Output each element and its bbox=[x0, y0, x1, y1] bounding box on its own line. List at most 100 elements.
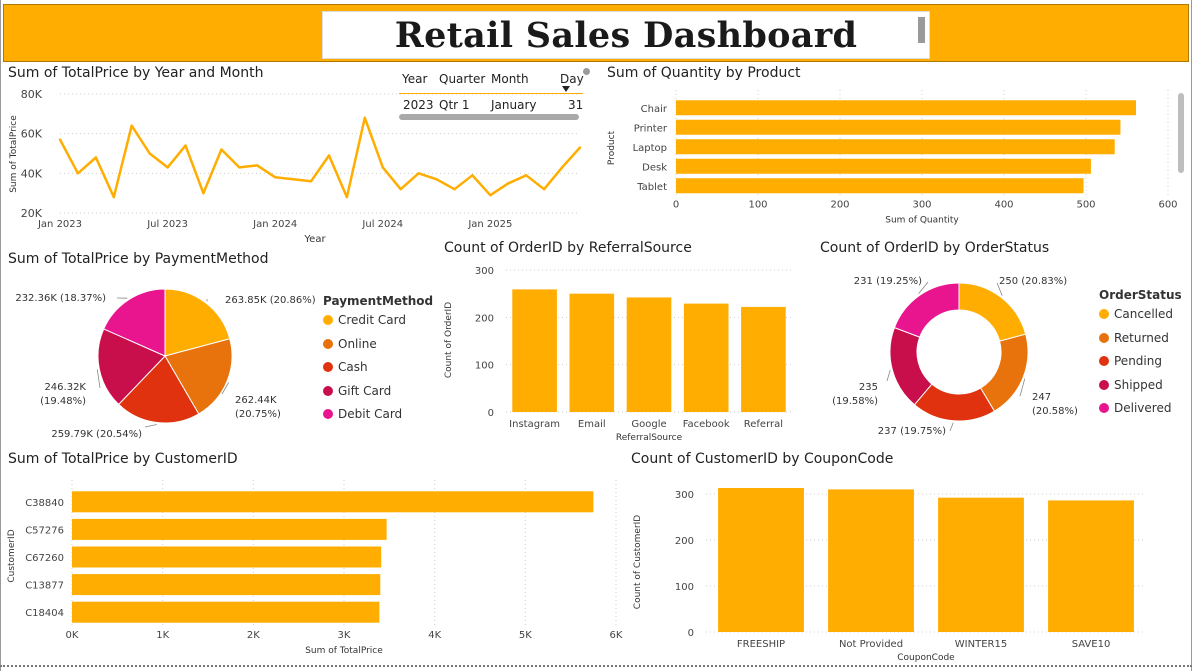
line-chart-title: Sum of TotalPrice by Year and Month bbox=[8, 65, 264, 81]
product-category-label: Laptop bbox=[633, 143, 667, 154]
more-options-icon[interactable] bbox=[583, 68, 590, 75]
referral-category-label: Instagram bbox=[509, 419, 560, 430]
customer-x-tick-label: 6K bbox=[610, 630, 623, 641]
status-slice-cancelled bbox=[958, 282, 1027, 342]
slicer-header-quarter: Quarter bbox=[439, 72, 486, 86]
product-chart-title: Sum of Quantity by Product bbox=[607, 65, 801, 81]
slicer-scrollbar[interactable] bbox=[399, 114, 579, 120]
status-data-label: 247 bbox=[1032, 392, 1051, 403]
customer-category-label: C38840 bbox=[25, 498, 64, 509]
line-point bbox=[417, 172, 420, 175]
coupon-bar-chart: 0 100 200 300 FREESHIP Not Provided WINTER15 SA… bbox=[633, 488, 1146, 663]
coupon-y-tick-label: 200 bbox=[675, 536, 694, 547]
payment-legend-item[interactable]: Online bbox=[323, 337, 377, 351]
referral-bar bbox=[683, 303, 729, 412]
line-x-tick-label: Jul 2024 bbox=[361, 219, 403, 230]
coupon-x-axis-title: CouponCode bbox=[897, 653, 955, 663]
product-x-tick-label: 600 bbox=[1158, 200, 1177, 211]
customer-x-tick-label: 0K bbox=[66, 630, 79, 641]
line-point bbox=[166, 166, 169, 169]
line-point bbox=[327, 154, 331, 157]
legend-marker-icon bbox=[1099, 403, 1109, 413]
line-point bbox=[525, 174, 528, 177]
slicer-value-quarter[interactable]: Qtr 1 bbox=[439, 98, 470, 112]
payment-legend-item[interactable]: Credit Card bbox=[323, 313, 406, 327]
title-scrollbar[interactable] bbox=[918, 17, 925, 43]
line-point bbox=[309, 180, 313, 183]
slicer-value-day[interactable]: 31 bbox=[568, 98, 583, 112]
line-point bbox=[489, 193, 492, 197]
status-legend-item[interactable]: Returned bbox=[1099, 331, 1169, 345]
product-category-label: Tablet bbox=[636, 182, 667, 193]
product-x-axis-title: Sum of Quantity bbox=[885, 216, 959, 226]
line-point bbox=[256, 164, 259, 167]
line-point bbox=[58, 138, 62, 141]
payment-legend-item[interactable]: Gift Card bbox=[323, 384, 391, 398]
status-chart-title: Count of OrderID by OrderStatus bbox=[820, 240, 1050, 256]
line-y-tick-label: 60K bbox=[21, 128, 43, 141]
status-leader-line bbox=[886, 369, 891, 382]
status-legend-label: Shipped bbox=[1114, 377, 1163, 392]
legend-marker-icon bbox=[323, 409, 333, 419]
line-point bbox=[399, 188, 402, 191]
customer-x-tick-label: 1K bbox=[156, 630, 169, 641]
legend-marker-icon bbox=[323, 315, 333, 325]
status-leader-line bbox=[949, 422, 954, 432]
status-legend-item[interactable]: Shipped bbox=[1099, 378, 1163, 392]
product-x-tick-label: 400 bbox=[994, 200, 1013, 211]
status-donut-chart: 250 (20.83%) 247 (20.58%) 237 (19.75%) 235 (1… bbox=[832, 276, 1078, 437]
coupon-category-label: FREESHIP bbox=[737, 639, 785, 650]
slicer-header-month: Month bbox=[491, 72, 529, 86]
sort-descending-icon[interactable] bbox=[561, 85, 571, 93]
status-legend-label: Pending bbox=[1114, 354, 1162, 368]
customer-category-label: C57276 bbox=[25, 525, 64, 536]
product-category-label: Printer bbox=[634, 123, 668, 134]
line-x-tick-label: Jan 2025 bbox=[467, 219, 512, 230]
customer-bar bbox=[72, 491, 594, 513]
status-legend-item[interactable]: Delivered bbox=[1099, 401, 1171, 415]
coupon-category-label: Not Provided bbox=[839, 639, 903, 650]
payment-data-label: 262.44K bbox=[235, 395, 277, 406]
referral-bar bbox=[569, 293, 615, 412]
dashboard-canvas: Retail Sales Dashboard Sum of TotalPrice… bbox=[0, 0, 1192, 671]
line-point bbox=[220, 148, 223, 151]
coupon-category-label: SAVE10 bbox=[1072, 639, 1111, 650]
payment-legend-label: Online bbox=[338, 336, 377, 351]
customer-category-label: C67260 bbox=[25, 553, 64, 564]
legend-marker-icon bbox=[1099, 332, 1109, 343]
dashboard-title: Retail Sales Dashboard bbox=[394, 15, 858, 56]
referral-y-tick-label: 100 bbox=[475, 361, 494, 372]
referral-category-label: Facebook bbox=[683, 419, 730, 430]
coupon-y-tick-label: 100 bbox=[675, 582, 694, 593]
line-point bbox=[76, 172, 80, 175]
legend-marker-icon bbox=[323, 338, 333, 349]
coupon-bar bbox=[828, 489, 914, 632]
product-category-label: Chair bbox=[641, 104, 668, 115]
customer-x-tick-label: 2K bbox=[247, 630, 260, 641]
payment-legend-item[interactable]: Cash bbox=[323, 360, 368, 374]
legend-marker-icon bbox=[1099, 356, 1109, 366]
coupon-y-tick-label: 300 bbox=[675, 490, 694, 501]
status-data-label: (20.58%) bbox=[1032, 406, 1078, 417]
customer-x-tick-label: 5K bbox=[519, 630, 532, 641]
payment-legend-item[interactable]: Debit Card bbox=[323, 407, 402, 421]
status-slice-delivered bbox=[893, 282, 960, 338]
line-point bbox=[560, 166, 564, 169]
line-y-tick-label: 40K bbox=[21, 167, 43, 180]
product-bar bbox=[676, 100, 1137, 116]
slicer-value-month[interactable]: January bbox=[491, 98, 537, 112]
line-x-tick-label: Jan 2024 bbox=[252, 219, 297, 230]
product-x-tick-label: 200 bbox=[830, 200, 849, 211]
legend-marker-icon bbox=[323, 385, 333, 396]
slicer-value-year[interactable]: 2023 bbox=[403, 98, 434, 112]
product-y-axis-title: Product bbox=[607, 130, 617, 165]
referral-chart-title: Count of OrderID by ReferralSource bbox=[444, 240, 692, 256]
status-legend-item[interactable]: Pending bbox=[1099, 354, 1162, 368]
status-legend-item[interactable]: Cancelled bbox=[1099, 307, 1173, 321]
date-slicer[interactable]: Year Quarter Month Day 2023 Qtr 1 Januar… bbox=[397, 66, 585, 122]
customer-bar bbox=[72, 518, 387, 540]
status-legend-label: Returned bbox=[1114, 330, 1169, 345]
referral-bar-chart: 0100200300Instagram Email Google Facebook Re… bbox=[444, 266, 792, 443]
product-chart-scrollbar[interactable] bbox=[1178, 93, 1184, 173]
status-legend-label: Delivered bbox=[1114, 401, 1172, 415]
